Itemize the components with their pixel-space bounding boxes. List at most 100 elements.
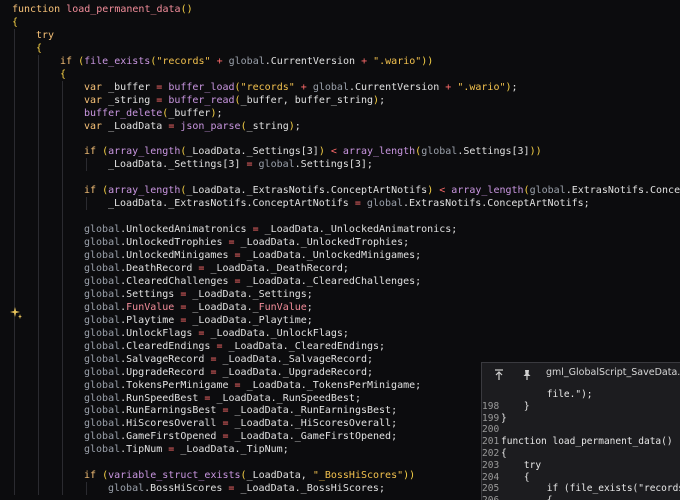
code-line[interactable]: global.GameFirstOpened = _LoadData._Game… xyxy=(84,430,397,443)
code-line[interactable]: global.UnlockFlags = _LoadData._UnlockFl… xyxy=(84,327,349,340)
global-keyword: global xyxy=(84,340,121,352)
line-number: 205 xyxy=(482,483,500,495)
code-text: .UnlockedAnimatronics xyxy=(120,224,253,236)
operator: = xyxy=(180,288,193,300)
global-keyword: global xyxy=(84,301,121,313)
builtin-function: array_length xyxy=(108,146,181,158)
pin-icon[interactable] xyxy=(520,367,534,381)
code-text: .BossHiScores xyxy=(144,483,229,495)
code-text: .ClearedEndings xyxy=(120,340,217,352)
code-line[interactable]: global.TokensPerMinigame = _LoadData._To… xyxy=(84,379,421,392)
code-line[interactable]: { xyxy=(36,42,42,55)
bracket: { xyxy=(36,42,43,54)
keyword: try xyxy=(36,29,55,41)
code-line[interactable]: global.UnlockedMinigames = _LoadData._Un… xyxy=(84,249,421,262)
code-text: _LoadData._RunSpeedBest; xyxy=(216,392,361,404)
keyword: if xyxy=(84,185,103,197)
code-text: _buffer xyxy=(168,107,211,119)
global-keyword: global xyxy=(84,444,121,456)
global-keyword: global xyxy=(84,275,121,287)
peek-definition-panel[interactable]: gml_GlobalScript_SaveData.gml file.");19… xyxy=(481,362,680,500)
keyword: if xyxy=(84,146,103,158)
punctuation: ; xyxy=(379,94,386,106)
highlight-identifier: FunValue xyxy=(258,301,307,313)
code-text: .TokensPerMinigame xyxy=(120,379,235,391)
code-text: _LoadData._DeathRecord; xyxy=(210,263,349,274)
line-number: 202 xyxy=(482,448,500,459)
code-line[interactable]: global.RunEarningsBest = _LoadData._RunE… xyxy=(84,404,397,417)
operator: = xyxy=(168,120,181,132)
operator: = xyxy=(210,366,223,378)
code-text: _LoadData._ClearedEndings; xyxy=(228,340,386,352)
code-text: .Settings[3] xyxy=(457,146,530,158)
operator: = xyxy=(252,224,265,236)
code-text: .DeathRecord xyxy=(120,263,199,274)
code-line[interactable]: global.Settings = _LoadData._Settings; xyxy=(84,288,313,301)
code-line[interactable]: global.UnlockedAnimatronics = _LoadData.… xyxy=(84,223,457,236)
line-number: 200 xyxy=(482,424,500,436)
line-number: 206 xyxy=(482,495,499,500)
code-line[interactable]: { xyxy=(12,16,18,29)
code-line[interactable]: var _string = buffer_read(_buffer, buffe… xyxy=(84,94,385,107)
keyword: function xyxy=(12,4,67,15)
indent-guide xyxy=(14,28,15,496)
code-line[interactable]: _LoadData._ExtrasNotifs.ConceptArtNotifs… xyxy=(108,197,590,210)
punctuation: ; xyxy=(294,120,301,132)
operator: + xyxy=(210,55,229,67)
code-line[interactable]: global.SalvageRecord = _LoadData._Salvag… xyxy=(84,353,373,366)
code-line[interactable]: { xyxy=(60,68,66,81)
code-line[interactable]: global.FunValue = _LoadData._FunValue; xyxy=(84,301,313,314)
code-line[interactable]: global.HiScoresOverall = _LoadData._HiSc… xyxy=(84,417,397,430)
code-line[interactable]: global.BossHiScores = _LoadData._BossHiS… xyxy=(108,482,385,495)
builtin-function: array_length xyxy=(108,185,181,197)
code-text: ; xyxy=(306,301,313,313)
code-line[interactable]: global.TipNum = _LoadData._TipNum; xyxy=(84,443,289,456)
global-keyword: global xyxy=(108,483,145,495)
code-text: .TipNum xyxy=(120,444,169,456)
builtin-function: json_parse xyxy=(180,120,241,132)
code-line[interactable]: global.UnlockedTrophies = _LoadData._Unl… xyxy=(84,236,409,249)
collapse-up-icon[interactable] xyxy=(492,367,506,381)
code-text: _LoadData._HiScoresOverall; xyxy=(234,418,398,430)
code-line[interactable]: global.DeathRecord = _LoadData._DeathRec… xyxy=(84,262,349,275)
code-line[interactable]: if (array_length(_LoadData._Settings[3])… xyxy=(84,145,542,158)
code-line[interactable]: var _LoadData = json_parse(_string); xyxy=(84,120,301,133)
code-line[interactable]: var _buffer = buffer_load("records" + gl… xyxy=(84,81,518,94)
indent-guide xyxy=(62,80,63,496)
code-line[interactable]: if (array_length(_LoadData._ExtrasNotifs… xyxy=(84,184,680,197)
code-line[interactable]: global.UpgradeRecord = _LoadData._Upgrad… xyxy=(84,366,373,379)
bracket: )) xyxy=(529,146,542,158)
code-line[interactable]: try xyxy=(36,29,54,42)
line-number: 199 xyxy=(482,412,500,424)
code-text: _buffer, buffer_string xyxy=(240,94,374,106)
operator: = xyxy=(228,237,241,249)
global-keyword: global xyxy=(84,405,121,417)
peek-file-title: gml_GlobalScript_SaveData.gml xyxy=(546,367,680,378)
operator: = xyxy=(234,379,247,391)
code-line[interactable]: global.Playtime = _LoadData._Playtime; xyxy=(84,314,313,327)
builtin-function: array_length xyxy=(342,146,416,158)
sparkle-icon[interactable] xyxy=(10,304,22,319)
code-line[interactable]: function load_permanent_data() xyxy=(12,3,193,16)
indent-guide xyxy=(86,197,87,211)
operator: = xyxy=(204,392,217,404)
operator: < xyxy=(433,185,452,197)
code-text: .Playtime xyxy=(120,314,181,326)
code-line[interactable]: global.RunSpeedBest = _LoadData._RunSpee… xyxy=(84,392,361,405)
punctuation: ; xyxy=(216,107,223,119)
code-line[interactable]: if (variable_struct_exists(_LoadData, "_… xyxy=(84,469,415,482)
code-line[interactable]: _LoadData._Settings[3] = global.Settings… xyxy=(108,158,373,171)
global-keyword: global xyxy=(84,263,121,274)
code-text: .ExtrasNotifs.ConceptArtNotifs; xyxy=(403,198,590,210)
code-text: _LoadData._ExtrasNotifs.ConceptArtNotifs xyxy=(186,185,428,197)
code-line[interactable]: buffer_delete(_buffer); xyxy=(84,107,223,120)
code-line[interactable]: global.ClearedEndings = _LoadData._Clear… xyxy=(84,340,385,353)
global-keyword: global xyxy=(84,431,121,443)
code-line[interactable]: global.ClearedChallenges = _LoadData._Cl… xyxy=(84,275,421,288)
peek-code-text: } xyxy=(501,400,530,412)
code-text: _LoadData._BossHiScores; xyxy=(240,483,385,495)
code-text: _LoadData._Settings; xyxy=(192,288,313,300)
peek-code-text: try xyxy=(501,459,542,471)
code-line[interactable]: if (file_exists("records" + global.Curre… xyxy=(60,55,433,68)
code-text: .CurrentVersion xyxy=(348,81,440,93)
